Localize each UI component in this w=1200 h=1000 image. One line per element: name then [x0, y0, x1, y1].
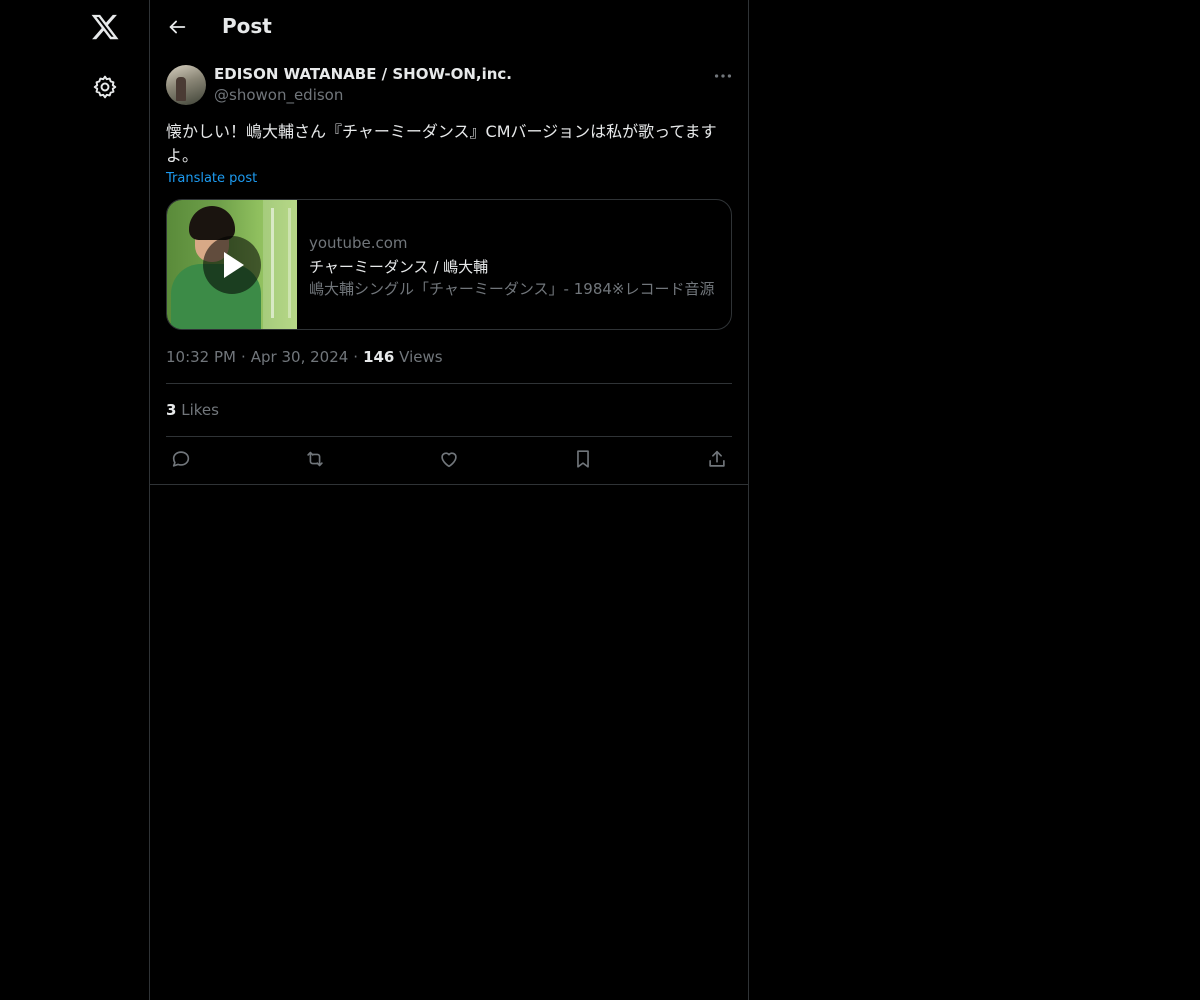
divider — [166, 383, 732, 384]
card-domain: youtube.com — [309, 234, 408, 252]
avatar[interactable] — [166, 65, 206, 105]
post-meta: 10:32 PM · Apr 30, 2024 · 146 Views — [166, 348, 732, 366]
more-options-icon[interactable] — [712, 65, 734, 87]
arrow-left-icon[interactable] — [166, 16, 188, 38]
avatar-figure — [176, 77, 186, 101]
main-column: Post EDISON WATANABE / SHOW-ON,inc. @sho… — [149, 0, 749, 1000]
author-name[interactable]: EDISON WATANABE / SHOW-ON,inc. — [214, 65, 512, 83]
left-nav — [0, 0, 149, 1000]
views-count: 146 — [363, 348, 395, 366]
views-label: Views — [399, 348, 443, 366]
thumbnail-figure-hair — [189, 206, 235, 240]
link-card[interactable]: youtube.com チャーミーダンス / 嶋大輔 嶋大輔シングル「チャーミー… — [166, 199, 732, 330]
page-title: Post — [222, 14, 272, 38]
translate-post-link[interactable]: Translate post — [166, 171, 257, 186]
card-title: チャーミーダンス / 嶋大輔 — [309, 258, 489, 276]
post-time[interactable]: 10:32 PM — [166, 348, 236, 366]
repost-icon[interactable] — [304, 448, 326, 470]
likes-count: 3 — [166, 401, 177, 419]
thumbnail-lettering — [271, 208, 291, 318]
separator: · — [353, 348, 359, 366]
heart-icon[interactable] — [438, 448, 460, 470]
post-date[interactable]: Apr 30, 2024 — [251, 348, 349, 366]
reply-icon[interactable] — [170, 448, 192, 470]
play-icon[interactable] — [203, 236, 261, 294]
action-bar — [166, 448, 732, 472]
likes-label: Likes — [181, 401, 219, 419]
separator: · — [240, 348, 246, 366]
divider — [150, 484, 748, 485]
post-text: 懐かしい！嶋大輔さん『チャーミーダンス』CMバージョンは私が歌ってますよ。 — [166, 122, 717, 165]
app: Post EDISON WATANABE / SHOW-ON,inc. @sho… — [0, 0, 1200, 1000]
bookmark-icon[interactable] — [572, 448, 594, 470]
likes-link[interactable]: 3 Likes — [166, 401, 219, 419]
divider — [166, 436, 732, 437]
video-thumbnail[interactable] — [167, 200, 297, 329]
share-icon[interactable] — [706, 448, 728, 470]
x-logo-icon[interactable] — [90, 12, 120, 42]
card-description: 嶋大輔シングル「チャーミーダンス」- 1984※レコード音源 — [309, 280, 715, 298]
author-handle[interactable]: @showon_edison — [214, 86, 343, 104]
header: Post — [150, 0, 748, 54]
gear-icon[interactable] — [92, 74, 118, 100]
